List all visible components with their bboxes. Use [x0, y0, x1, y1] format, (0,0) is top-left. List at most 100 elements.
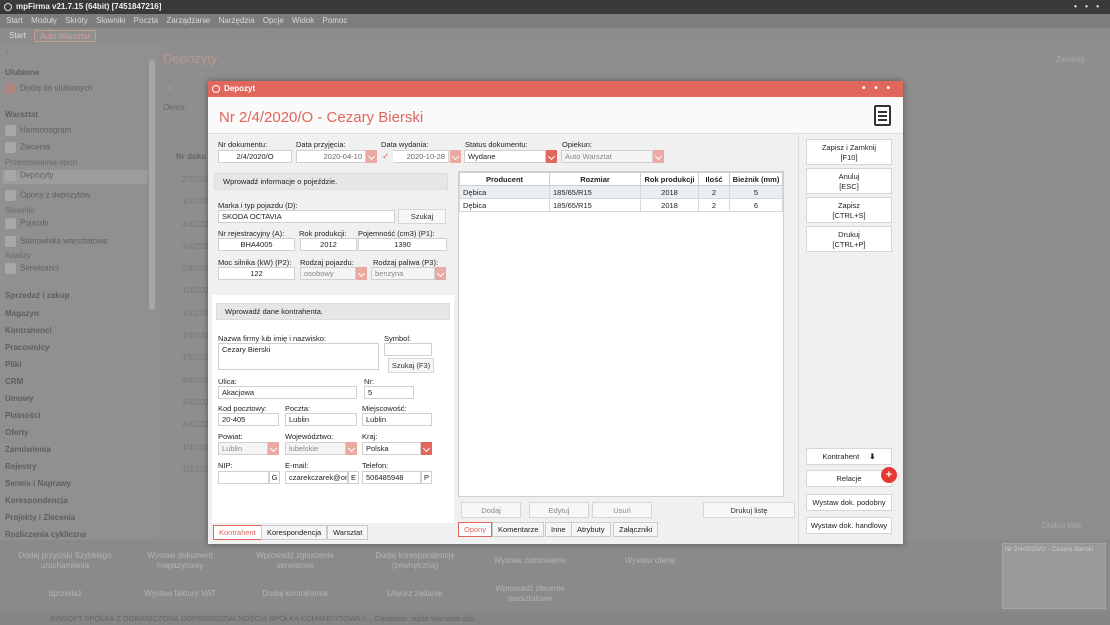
sidebar-section-magazyn[interactable]: Magazyn: [5, 309, 39, 318]
sidebar-add-favorite[interactable]: Dodaj do ulubionych: [5, 83, 93, 94]
tab-auto-warsztat[interactable]: Auto Warsztat: [34, 30, 96, 42]
dialog-title-bar[interactable]: Depozyt • • •: [208, 81, 903, 97]
column-header[interactable]: Rozmiar: [549, 172, 641, 186]
status-dropdown[interactable]: [546, 150, 557, 163]
sidebar-item-stanowiska[interactable]: Stanowiska warsztatowe: [5, 236, 108, 247]
menu-zarzadzanie[interactable]: Zarządzanie: [166, 16, 210, 25]
quick-warehouse-doc[interactable]: Wystaw dokument magazynowy: [130, 545, 230, 577]
sidebar-workshop[interactable]: Warsztat: [5, 110, 38, 119]
quick-create-task[interactable]: Utwórz zadanie: [360, 578, 470, 610]
quick-add-contractor[interactable]: Dodaj kontrahenta: [245, 578, 345, 610]
date-out-dropdown[interactable]: [450, 150, 461, 163]
quick-service-request[interactable]: Wprowadź zgłoszenie serwisowe: [245, 545, 345, 577]
voivodeship-field[interactable]: lubelskie: [285, 442, 346, 455]
sidebar-section-rozliczenia[interactable]: Rozliczenia cykliczne: [5, 530, 86, 539]
keeper-field[interactable]: Auto Warsztat: [561, 150, 653, 163]
email-field[interactable]: czarekczarek@on: [285, 471, 348, 484]
city-field[interactable]: Lublin: [362, 413, 432, 426]
tab-inne[interactable]: Inne: [545, 522, 572, 537]
menu-widok[interactable]: Widok: [292, 16, 314, 25]
tab-opony[interactable]: Opony: [458, 522, 493, 537]
nip-gus-button[interactable]: G: [269, 471, 280, 484]
menu-skroty[interactable]: Skróty: [65, 16, 88, 25]
vehicle-type-field[interactable]: osobowy: [300, 267, 356, 280]
window-thumbnail[interactable]: Nr 2/4/2020/O - Cezary Bierski: [1002, 543, 1106, 609]
tab-warsztat[interactable]: Warsztat: [327, 525, 369, 540]
menu-narzedzia[interactable]: Narzędzia: [219, 16, 255, 25]
sidebar-section-serwis[interactable]: Serwis i Naprawy: [5, 479, 71, 488]
phone-call-button[interactable]: P: [421, 471, 432, 484]
country-dropdown[interactable]: [421, 442, 432, 455]
cancel-button[interactable]: Anuluj [ESC]: [806, 168, 892, 194]
email-send-button[interactable]: E: [348, 471, 359, 484]
status-field[interactable]: Wydane: [464, 150, 546, 163]
sidebar-section-oferty[interactable]: Oferty: [5, 428, 29, 437]
table-row[interactable]: 2/7/202: [182, 169, 209, 191]
sidebar-item-zlecenia[interactable]: Zlecenia: [5, 142, 50, 153]
table-row[interactable]: 1/7/202: [182, 191, 209, 213]
column-header[interactable]: Bieżnik (mm): [729, 172, 783, 186]
symbol-field[interactable]: [384, 343, 432, 356]
tab-atrybuty[interactable]: Atrybuty: [571, 522, 611, 537]
sidebar-item-opony-z-depozytow[interactable]: Opony z depozytów: [5, 190, 90, 201]
menu-pomoc[interactable]: Pomoc: [322, 16, 347, 25]
sidebar-section-pliki[interactable]: Pliki: [5, 360, 21, 369]
table-row[interactable]: 4/4/202: [182, 214, 209, 236]
table-row[interactable]: 1/4/202: [182, 437, 209, 459]
table-row[interactable]: 3/4/202: [182, 236, 209, 258]
sidebar-section-umowy[interactable]: Umowy: [5, 394, 33, 403]
sidebar-section-rejestry[interactable]: Rejestry: [5, 462, 37, 471]
vehicle-type-dropdown[interactable]: [356, 267, 367, 280]
county-dropdown[interactable]: [268, 442, 279, 455]
contractor-button[interactable]: Kontrahent ⬇: [806, 448, 892, 465]
commercial-document-button[interactable]: Wystaw dok. handlowy: [806, 517, 892, 534]
sidebar-item-depozyty[interactable]: Depozyty: [2, 170, 147, 184]
fuel-dropdown[interactable]: [435, 267, 446, 280]
county-field[interactable]: Lublin: [218, 442, 268, 455]
tab-start[interactable]: Start: [4, 30, 31, 42]
tab-komentarze[interactable]: Komentarze: [492, 522, 545, 537]
menu-slowniki[interactable]: Słowniki: [96, 16, 125, 25]
sidebar-section-korespondencja[interactable]: Korespondencja: [5, 496, 68, 505]
name-field[interactable]: Cezary Bierski: [218, 343, 379, 370]
column-header[interactable]: Ilość: [698, 172, 730, 186]
checkmark-icon[interactable]: ✓: [382, 150, 392, 163]
add-tyre-button[interactable]: Dodaj: [461, 502, 521, 518]
document-icon[interactable]: [874, 105, 891, 126]
similar-document-button[interactable]: Wystaw dok. podobny: [806, 494, 892, 511]
quick-offer[interactable]: Wystaw ofertę: [600, 545, 700, 577]
sidebar-search-icon[interactable]: ⌕: [5, 48, 9, 58]
tab-korespondencja[interactable]: Korespondencja: [261, 525, 328, 540]
sidebar-section-kontrahenci[interactable]: Kontrahenci: [5, 326, 52, 335]
window-menu-dots[interactable]: • • •: [1074, 0, 1102, 14]
menu-start[interactable]: Start: [6, 16, 23, 25]
quick-workshop-order[interactable]: Wprowadź zlecenie warsztatowe: [480, 578, 580, 610]
print-tyre-list-button[interactable]: Drukuj listę: [703, 502, 795, 518]
sidebar-scrollbar[interactable]: [149, 60, 155, 310]
date-in-dropdown[interactable]: [366, 150, 377, 163]
table-row[interactable]: 1/5/202: [182, 347, 209, 369]
fuel-field[interactable]: benzyna: [371, 267, 435, 280]
sidebar-favorites[interactable]: Ulubione: [5, 68, 39, 77]
column-header[interactable]: Rok produkcji: [640, 172, 699, 186]
table-row[interactable]: 2/4/202: [182, 258, 209, 280]
dialog-menu-dots[interactable]: • • •: [862, 81, 893, 97]
table-row[interactable]: 1/10/20: [182, 325, 209, 347]
zip-field[interactable]: 20-405: [218, 413, 279, 426]
sidebar-item-serwisanci[interactable]: Serwisanci: [5, 263, 59, 274]
capacity-field[interactable]: 1390: [358, 238, 447, 251]
close-view-button[interactable]: Zamknij: [1056, 55, 1084, 64]
table-row[interactable]: Dębica 185/65/R15 2018 2 6: [459, 198, 783, 212]
street-field[interactable]: Akacjowa: [218, 386, 357, 399]
sidebar-item-harmonogram[interactable]: Harmonogram: [5, 125, 71, 136]
print-button[interactable]: Drukuj [CTRL+P]: [806, 226, 892, 252]
table-row[interactable]: 3/4/202: [182, 392, 209, 414]
sidebar-section-projekty[interactable]: Projekty i Zlecenia: [5, 513, 75, 522]
quick-sales[interactable]: Sprzedaż: [10, 578, 120, 610]
quick-order[interactable]: Wystaw zamówienie: [480, 545, 580, 577]
sidebar-section-crm[interactable]: CRM: [5, 377, 23, 386]
sidebar-section-pracownicy[interactable]: Pracownicy: [5, 343, 49, 352]
search-icon[interactable]: ⌕: [168, 83, 172, 93]
table-row[interactable]: 2/4/202: [182, 414, 209, 436]
save-button[interactable]: Zapisz [CTRL+S]: [806, 197, 892, 223]
